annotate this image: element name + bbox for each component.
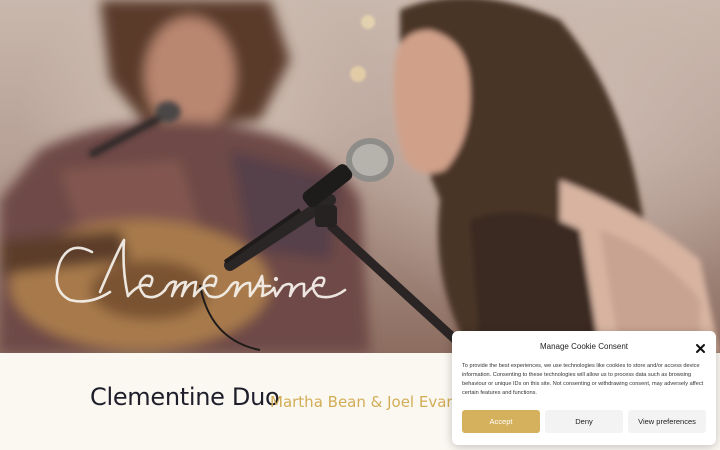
deny-button[interactable]: Deny: [545, 410, 623, 433]
page-title: Clementine Duo: [90, 383, 280, 411]
singer-figure: [393, 0, 720, 353]
guitarist-figure: [0, 0, 370, 353]
accept-button[interactable]: Accept: [462, 410, 540, 433]
hero-photo: [0, 0, 720, 353]
cookie-dialog-body: To provide the best experiences, we use …: [462, 363, 704, 396]
bokeh-lights: [350, 15, 375, 82]
close-icon[interactable]: [695, 341, 706, 353]
cookie-consent-dialog: Manage Cookie Consent To provide the bes…: [452, 331, 716, 445]
view-preferences-button[interactable]: View preferences: [628, 410, 706, 433]
page-subtitle: Martha Bean & Joel Evans: [270, 393, 464, 411]
cookie-dialog-title: Manage Cookie Consent: [539, 342, 629, 351]
hero-image: [0, 0, 720, 353]
